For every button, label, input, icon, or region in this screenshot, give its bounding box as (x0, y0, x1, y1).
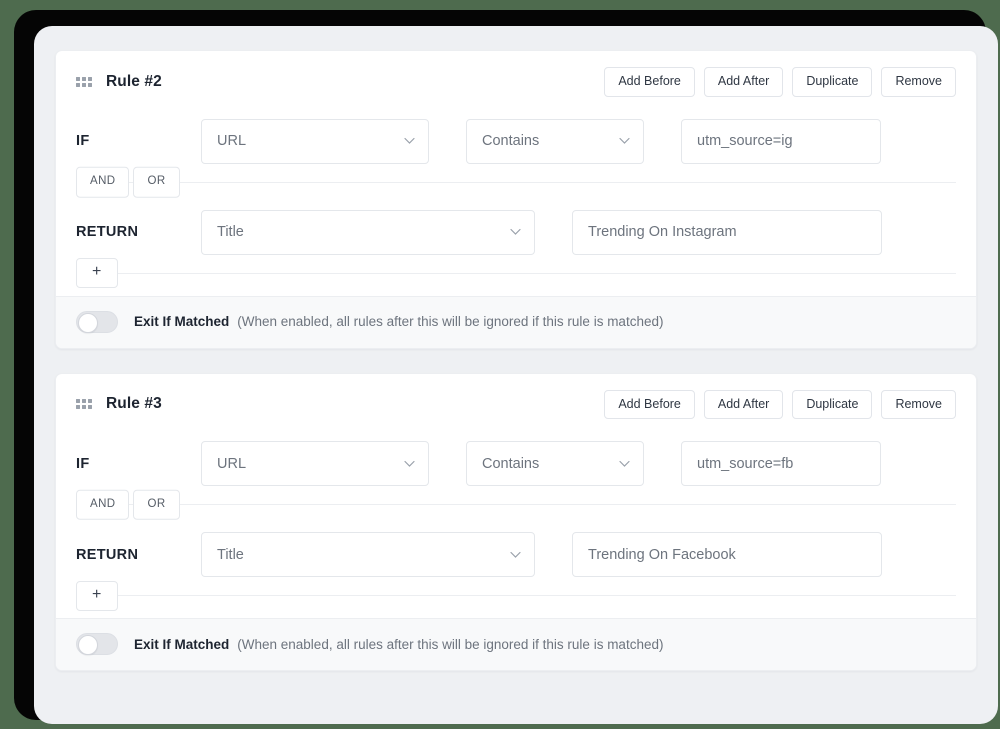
exit-if-matched-label: Exit If Matched (134, 314, 230, 329)
return-value-input[interactable]: Trending On Facebook (572, 532, 882, 577)
return-value-text: Trending On Facebook (588, 546, 736, 563)
and-or-group: AND OR (76, 166, 180, 198)
add-condition-group: + (76, 258, 118, 288)
condition-operator-select[interactable]: Contains (466, 441, 644, 486)
condition-value-input[interactable]: utm_source=ig (681, 118, 881, 164)
drag-handle-icon[interactable] (76, 399, 92, 410)
condition-value-input[interactable]: utm_source=fb (681, 441, 881, 486)
condition-subject-select[interactable]: URL (201, 441, 429, 486)
return-key-value: Title (217, 224, 244, 240)
return-key-select[interactable]: Title (201, 209, 535, 255)
if-label: IF (76, 133, 90, 149)
toggle-knob (78, 635, 98, 655)
add-after-button[interactable]: Add After (703, 67, 784, 97)
and-or-divider: AND OR (76, 166, 956, 198)
condition-value-text: utm_source=fb (697, 455, 794, 472)
if-label: IF (76, 455, 90, 472)
add-condition-group: + (76, 580, 118, 611)
plus-icon[interactable]: + (76, 258, 118, 288)
if-condition-row: IF URL Contains utm_source=fb (56, 433, 976, 504)
exit-if-matched-hint: (When enabled, all rules after this will… (237, 636, 664, 652)
drag-handle-icon[interactable] (76, 76, 92, 87)
chevron-down-icon (619, 137, 630, 147)
rules-page: Rule #2 Add Before Add After Duplicate R… (34, 26, 998, 724)
add-condition-divider: + (76, 580, 956, 611)
return-row: RETURN Title Trending On Facebook (56, 524, 976, 595)
or-button[interactable]: OR (133, 489, 180, 520)
rule-card-header: Rule #3 Add Before Add After Duplicate R… (56, 374, 976, 434)
condition-value-text: utm_source=ig (697, 133, 793, 149)
condition-subject-select[interactable]: URL (201, 118, 429, 164)
condition-operator-value: Contains (482, 133, 540, 149)
and-or-group: AND OR (76, 489, 180, 520)
rule-title: Rule #2 (106, 72, 162, 90)
return-label: RETURN (76, 224, 139, 240)
rule-card: Rule #2 Add Before Add After Duplicate R… (55, 50, 977, 349)
and-button[interactable]: AND (76, 166, 130, 198)
chevron-down-icon (404, 137, 415, 147)
exit-if-matched-row: Exit If Matched (When enabled, all rules… (56, 295, 976, 348)
exit-if-matched-toggle[interactable] (76, 633, 118, 655)
and-or-divider: AND OR (76, 489, 956, 520)
exit-if-matched-toggle[interactable] (76, 310, 118, 333)
rule-card: Rule #3 Add Before Add After Duplicate R… (55, 372, 977, 671)
return-value-text: Trending On Instagram (588, 224, 737, 240)
or-button[interactable]: OR (133, 166, 180, 198)
toggle-knob (78, 312, 98, 333)
rule-header-actions: Add Before Add After Duplicate Remove (604, 389, 956, 419)
rule-card-header: Rule #2 Add Before Add After Duplicate R… (56, 51, 976, 111)
if-condition-row: IF URL Contains utm_source=ig (56, 111, 976, 182)
remove-button[interactable]: Remove (881, 389, 956, 419)
add-before-button[interactable]: Add Before (604, 67, 695, 97)
rule-header-actions: Add Before Add After Duplicate Remove (604, 67, 956, 97)
return-row: RETURN Title Trending On Instagram (56, 202, 976, 273)
remove-button[interactable]: Remove (881, 67, 956, 97)
chevron-down-icon (619, 460, 630, 470)
exit-if-matched-hint: (When enabled, all rules after this will… (237, 314, 664, 329)
return-value-input[interactable]: Trending On Instagram (572, 209, 882, 255)
return-label: RETURN (76, 546, 139, 563)
add-after-button[interactable]: Add After (703, 389, 784, 419)
exit-if-matched-row: Exit If Matched (When enabled, all rules… (56, 618, 976, 670)
duplicate-button[interactable]: Duplicate (792, 67, 873, 97)
return-key-value: Title (217, 546, 244, 563)
return-key-select[interactable]: Title (201, 532, 535, 577)
rule-title: Rule #3 (106, 395, 162, 413)
plus-icon[interactable]: + (76, 580, 118, 611)
condition-subject-value: URL (217, 455, 247, 472)
duplicate-button[interactable]: Duplicate (792, 389, 873, 419)
chevron-down-icon (510, 551, 521, 561)
condition-operator-value: Contains (482, 455, 540, 472)
chevron-down-icon (510, 228, 521, 238)
and-button[interactable]: AND (76, 489, 130, 520)
condition-operator-select[interactable]: Contains (466, 118, 644, 164)
condition-subject-value: URL (217, 133, 247, 149)
exit-if-matched-label: Exit If Matched (134, 636, 230, 652)
add-condition-divider: + (76, 258, 956, 288)
chevron-down-icon (404, 460, 415, 470)
add-before-button[interactable]: Add Before (604, 389, 695, 419)
device-frame: Rule #2 Add Before Add After Duplicate R… (14, 10, 998, 724)
